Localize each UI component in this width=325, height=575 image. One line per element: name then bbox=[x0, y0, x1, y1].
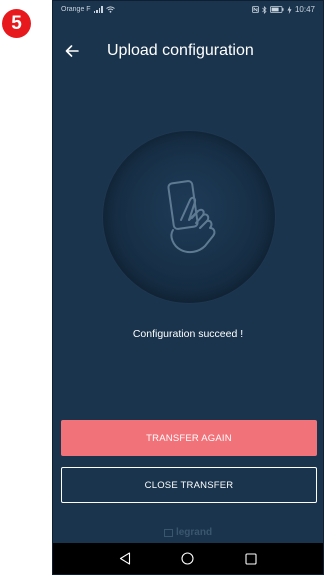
step-number: 5 bbox=[11, 12, 22, 34]
nfc-icon bbox=[252, 6, 259, 13]
brand-name: legrand bbox=[175, 527, 213, 538]
signal-icon bbox=[93, 6, 103, 13]
back-arrow-icon[interactable] bbox=[65, 42, 83, 60]
status-bar: Orange F 10:47 bbox=[53, 1, 323, 18]
close-transfer-button[interactable]: CLOSE TRANSFER bbox=[61, 467, 317, 503]
nav-recents-icon[interactable] bbox=[243, 551, 259, 567]
nav-home-icon[interactable] bbox=[180, 551, 196, 567]
app-bar: Upload configuration bbox=[53, 29, 323, 73]
status-left: Orange F bbox=[61, 6, 115, 13]
android-nav-bar bbox=[53, 543, 323, 574]
brand-logo: legrand bbox=[53, 527, 323, 538]
step-number-badge: 5 bbox=[2, 9, 31, 38]
legrand-mark-icon bbox=[163, 528, 173, 537]
bluetooth-icon bbox=[262, 5, 267, 14]
transfer-again-button[interactable]: TRANSFER AGAIN bbox=[61, 420, 317, 456]
wifi-icon bbox=[105, 6, 115, 13]
clock: 10:47 bbox=[294, 5, 315, 14]
page-title: Upload configuration bbox=[107, 42, 254, 59]
nav-back-icon[interactable] bbox=[117, 551, 133, 567]
phone-in-hand-illustration bbox=[103, 131, 275, 303]
status-right: 10:47 bbox=[252, 5, 315, 14]
battery-icon bbox=[270, 6, 284, 13]
close-transfer-label: CLOSE TRANSFER bbox=[144, 479, 234, 491]
status-message: Configuration succeed ! bbox=[132, 328, 244, 340]
charging-icon bbox=[287, 5, 292, 14]
phone-screen: Orange F 10:47 Upload configuration Conf… bbox=[52, 0, 324, 575]
hand-holding-phone-icon bbox=[167, 180, 216, 254]
transfer-again-label: TRANSFER AGAIN bbox=[146, 432, 232, 444]
carrier-name: Orange F bbox=[61, 6, 91, 13]
